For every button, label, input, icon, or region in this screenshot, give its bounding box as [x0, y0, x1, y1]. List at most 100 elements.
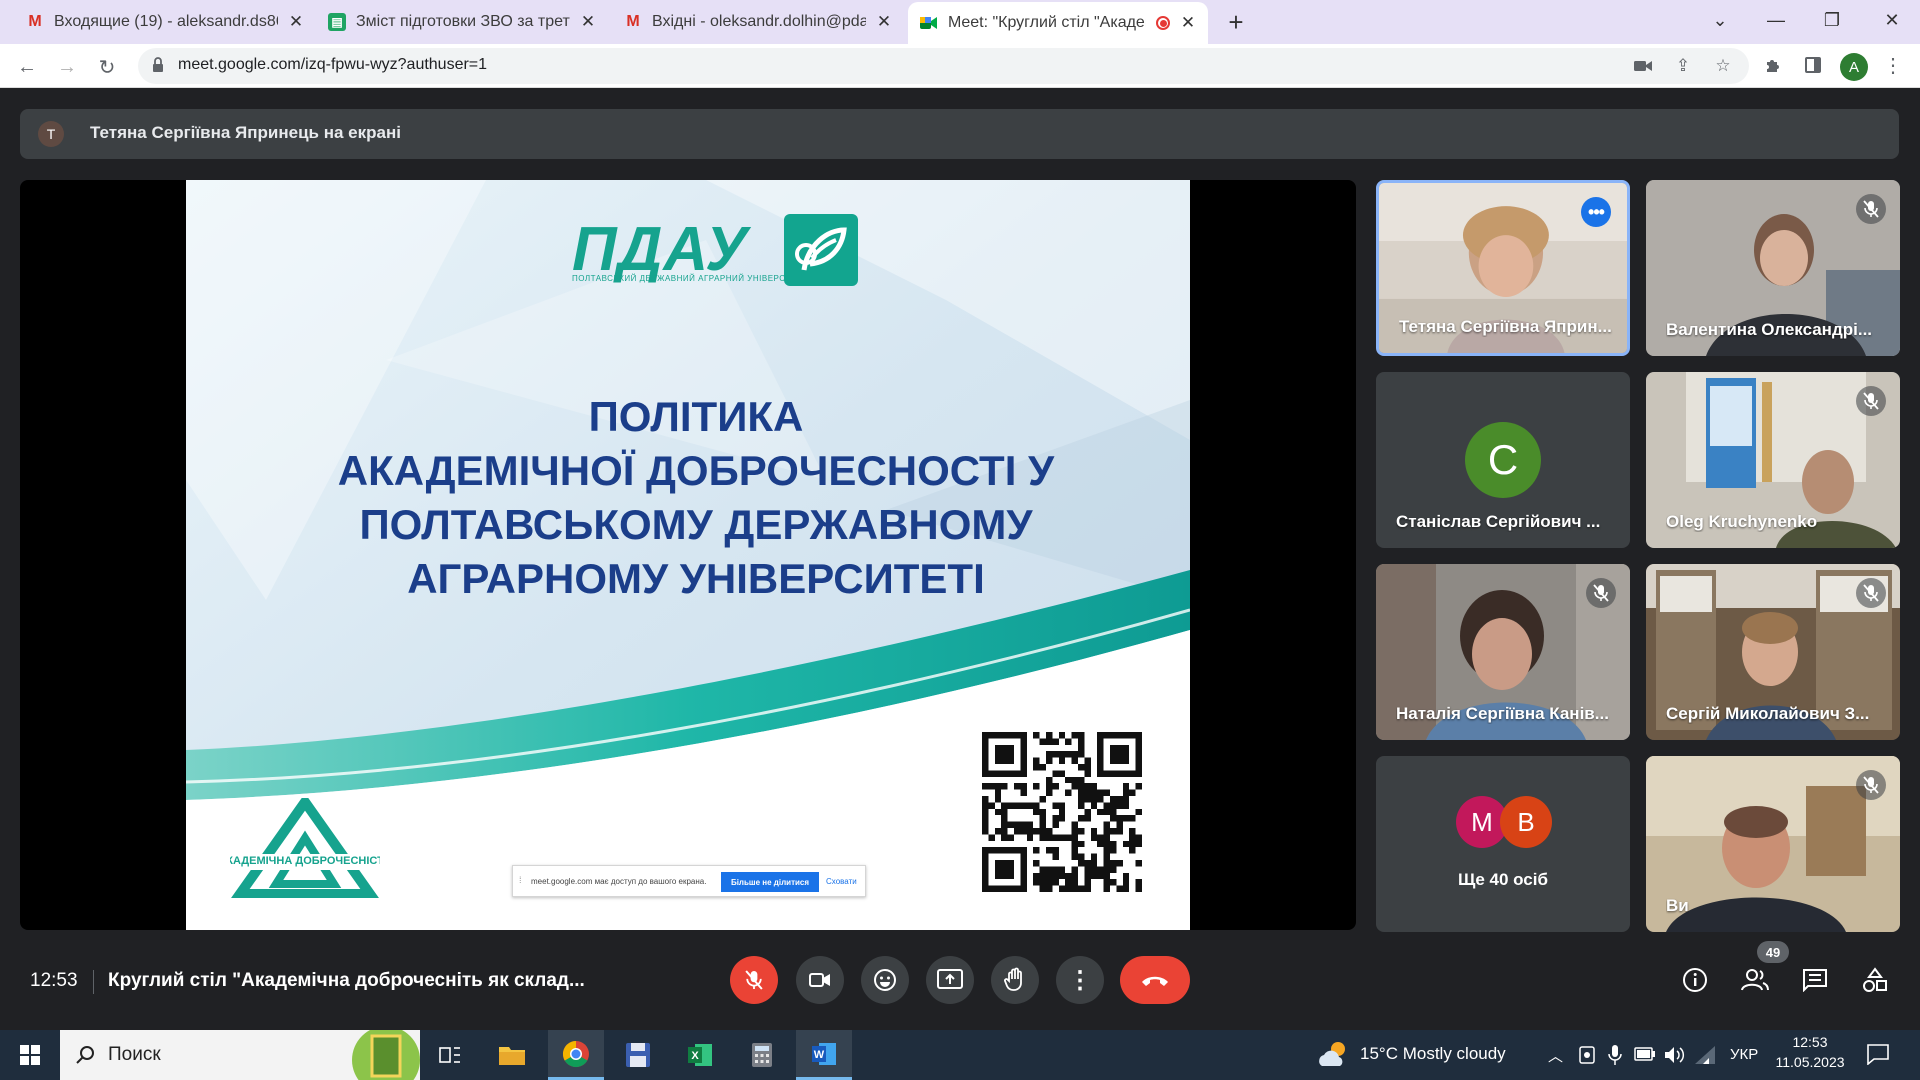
participant-tile[interactable]: Сергій Миколайович З...	[1646, 564, 1900, 740]
raise-hand-button[interactable]	[991, 956, 1039, 1004]
taskbar-search-box[interactable]: Поиск	[60, 1030, 420, 1080]
present-screen-button[interactable]	[926, 956, 974, 1004]
input-language-indicator[interactable]: УКР	[1730, 1046, 1758, 1063]
participant-tile[interactable]: ••• Тетяна Сергіївна Яприн...	[1376, 180, 1630, 356]
microphone-tray-icon[interactable]	[1608, 1044, 1622, 1066]
participant-tile[interactable]: Oleg Kruchynenko	[1646, 372, 1900, 548]
chrome-taskbar-button[interactable]	[548, 1030, 604, 1080]
participant-name: Тетяна Сергіївна Яприн...	[1399, 317, 1612, 336]
reactions-button[interactable]	[861, 956, 909, 1004]
university-leaf-logo	[784, 214, 858, 286]
wifi-icon[interactable]	[1694, 1045, 1716, 1065]
tab-title: Вхідні - oleksandr.dolhin@pdaa.e	[652, 13, 866, 30]
people-button[interactable]	[1737, 962, 1773, 998]
taskbar-clock[interactable]: 12:53 11.05.2023	[1768, 1034, 1852, 1070]
weather-text[interactable]: 15°C Mostly cloudy	[1360, 1044, 1506, 1064]
camera-toggle-button[interactable]	[796, 956, 844, 1004]
activities-button[interactable]	[1857, 962, 1893, 998]
more-participants-tile[interactable]: M B Ще 40 осіб	[1376, 756, 1630, 932]
forward-button[interactable]: →	[52, 52, 82, 82]
gmail-icon: M	[626, 13, 640, 30]
save-app-button[interactable]	[610, 1030, 666, 1080]
browser-tab-gmail-inbox[interactable]: M Входящие (19) - aleksandr.ds86( ✕	[14, 0, 316, 44]
participant-tile[interactable]: Валентина Олександрі...	[1646, 180, 1900, 356]
browser-menu-icon[interactable]: ⋮	[1880, 52, 1906, 78]
chat-button[interactable]	[1797, 962, 1833, 998]
participant-name: Ви	[1666, 896, 1689, 915]
back-button[interactable]: ←	[12, 52, 42, 82]
clock-date: 11.05.2023	[1775, 1054, 1845, 1070]
meeting-control-bar: 12:53 Круглий стіл "Академічна доброчесн…	[0, 941, 1920, 1010]
chat-icon	[1803, 969, 1827, 992]
close-tab-icon[interactable]: ✕	[1180, 13, 1196, 33]
browser-tab-bar: M Входящие (19) - aleksandr.ds86( ✕ ▤ Зм…	[0, 0, 1920, 44]
show-hidden-icons-button[interactable]: ︿	[1548, 1045, 1563, 1066]
raise-hand-icon	[1004, 967, 1022, 991]
participant-avatar: B	[1500, 796, 1552, 848]
tab-title: Meet: "Круглий стіл "Академ	[948, 14, 1146, 31]
slide-title-line: ПОЛІТИКА	[588, 393, 804, 440]
minimize-button[interactable]: —	[1748, 0, 1804, 40]
chrome-icon	[562, 1040, 589, 1067]
search-highlight-image	[352, 1030, 420, 1080]
hide-notice-link[interactable]: Сховати	[826, 877, 857, 886]
muted-mic-icon	[1856, 578, 1886, 608]
people-icon	[1741, 969, 1769, 991]
participant-name: Станіслав Сергійович ...	[1396, 512, 1601, 531]
close-tab-icon[interactable]: ✕	[876, 12, 892, 32]
word-taskbar-button[interactable]: W	[796, 1030, 852, 1080]
meeting-details-button[interactable]	[1677, 962, 1713, 998]
self-view-tile[interactable]: Ви	[1646, 756, 1900, 932]
browser-tab-gmail-pdaa[interactable]: M Вхідні - oleksandr.dolhin@pdaa.e ✕	[612, 0, 904, 44]
leave-call-button[interactable]	[1120, 956, 1190, 1004]
browser-tab-docs[interactable]: ▤ Зміст підготовки ЗВО за третім ( ✕	[316, 0, 608, 44]
participant-tile[interactable]: С Станіслав Сергійович ...	[1376, 372, 1630, 548]
close-tab-icon[interactable]: ✕	[580, 12, 596, 32]
restore-button[interactable]: ❐	[1804, 0, 1860, 40]
profile-avatar[interactable]: A	[1840, 53, 1868, 81]
camera-icon	[809, 973, 830, 987]
academic-integrity-logo: АКАДЕМІЧНА ДОБРОЧЕСНІСТЬ	[230, 798, 380, 898]
close-window-button[interactable]: ✕	[1864, 0, 1920, 40]
camera-in-use-icon[interactable]	[1630, 53, 1656, 79]
url-text: meet.google.com/izq-fpwu-wyz?authuser=1	[178, 56, 488, 73]
drag-handle-icon[interactable]: ⁞	[519, 875, 522, 885]
word-icon: W	[812, 1042, 836, 1065]
tab-search-icon[interactable]: ⌄	[1692, 0, 1748, 40]
stop-sharing-button[interactable]: Більше не ділитися	[721, 872, 819, 892]
network-drive-icon[interactable]	[1578, 1045, 1596, 1065]
start-button[interactable]	[2, 1030, 58, 1080]
file-explorer-button[interactable]	[484, 1030, 540, 1080]
more-options-button[interactable]: ⋮	[1056, 956, 1104, 1004]
participant-options-button[interactable]: •••	[1581, 197, 1611, 227]
hang-up-icon	[1142, 976, 1168, 986]
new-tab-button[interactable]: +	[1222, 7, 1250, 37]
task-view-button[interactable]	[422, 1030, 478, 1080]
browser-tab-meet[interactable]: Meet: "Круглий стіл "Академ ✕	[908, 2, 1208, 44]
meet-icon	[920, 14, 938, 32]
lock-icon[interactable]	[152, 57, 164, 78]
info-icon	[1683, 968, 1707, 992]
present-icon	[937, 969, 963, 989]
excel-button[interactable]: X	[672, 1030, 728, 1080]
volume-icon[interactable]	[1664, 1045, 1686, 1065]
extensions-icon[interactable]	[1760, 52, 1786, 78]
reload-button[interactable]: ↻	[92, 52, 122, 82]
more-participants-label: Ще 40 осіб	[1458, 870, 1548, 889]
participant-tile[interactable]: Наталія Сергіївна Канів...	[1376, 564, 1630, 740]
close-tab-icon[interactable]: ✕	[288, 12, 304, 32]
notification-center-icon[interactable]	[1866, 1043, 1890, 1065]
share-icon[interactable]: ⇪	[1670, 53, 1696, 79]
svg-text:X: X	[691, 1050, 699, 1062]
url-field[interactable]: meet.google.com/izq-fpwu-wyz?authuser=1 …	[138, 48, 1749, 84]
battery-icon[interactable]	[1634, 1047, 1656, 1061]
bookmark-star-icon[interactable]: ☆	[1710, 53, 1736, 79]
side-panel-icon[interactable]	[1800, 52, 1826, 78]
participant-name: Наталія Сергіївна Канів...	[1396, 704, 1609, 723]
weather-icon[interactable]	[1316, 1040, 1350, 1068]
calculator-button[interactable]	[734, 1030, 790, 1080]
mic-toggle-button[interactable]	[730, 956, 778, 1004]
presenter-banner-text: Тетяна Сергіївна Япринець на екрані	[90, 123, 401, 142]
folder-icon	[499, 1047, 525, 1065]
search-icon	[76, 1046, 94, 1064]
